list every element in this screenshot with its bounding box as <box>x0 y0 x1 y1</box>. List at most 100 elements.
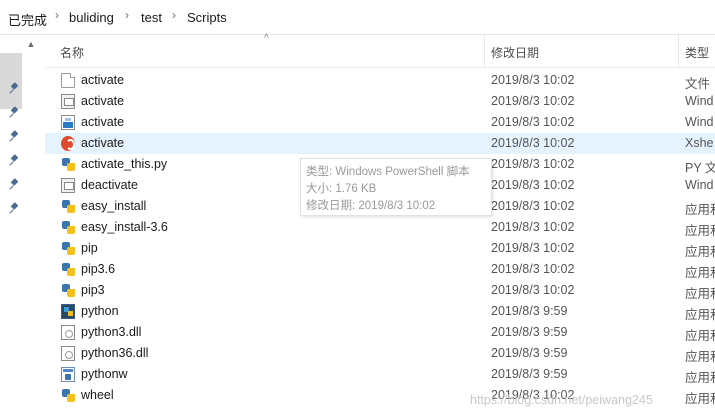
file-date: 2019/8/3 10:02 <box>491 262 575 276</box>
file-name: python36.dll <box>81 346 149 360</box>
breadcrumb-item-test[interactable]: test <box>141 10 162 25</box>
watermark: https://blog.csdn.net/peiwang245 <box>470 393 653 407</box>
tooltip-type: 类型: Windows PowerShell 脚本 <box>306 166 470 178</box>
python-file-icon <box>61 262 75 277</box>
pin-icon[interactable] <box>9 202 21 214</box>
sort-ascending-icon: ^ <box>264 33 269 44</box>
file-row[interactable]: pip3 2019/8/3 10:02 应用和 <box>45 280 715 301</box>
file-row[interactable]: activate 2019/8/3 10:02 文件 <box>45 70 715 91</box>
tooltip-size: 大小: 1.76 KB <box>306 183 377 195</box>
column-header: ^ 名称 修改日期 类型 <box>45 33 715 68</box>
file-name: wheel <box>81 388 114 402</box>
file-row[interactable]: pip3.6 2019/8/3 10:02 应用和 <box>45 259 715 280</box>
python-file-icon <box>61 157 75 172</box>
pin-icon[interactable] <box>9 82 21 94</box>
pin-icon[interactable] <box>9 106 21 118</box>
file-type: 应用和 <box>685 350 715 364</box>
column-date[interactable]: 修改日期 <box>491 44 539 61</box>
file-type: 应用和 <box>685 266 715 280</box>
file-date: 2019/8/3 9:59 <box>491 304 568 318</box>
powershell-script-icon <box>61 115 75 130</box>
file-row[interactable]: python36.dll 2019/8/3 9:59 应用和 <box>45 343 715 364</box>
python-file-icon <box>61 241 75 256</box>
file-row[interactable]: easy_install-3.6 2019/8/3 10:02 应用和 <box>45 217 715 238</box>
file-name: pip3 <box>81 283 105 297</box>
column-type[interactable]: 类型 <box>685 44 709 61</box>
python-file-icon <box>61 220 75 235</box>
pin-icon[interactable] <box>9 178 21 190</box>
file-name: activate <box>81 94 125 108</box>
file-row[interactable]: activate 2019/8/3 10:02 Wind <box>45 91 715 112</box>
breadcrumb: 已完成 › buliding › test › Scripts <box>0 0 715 35</box>
dll-file-icon <box>61 325 75 340</box>
file-date: 2019/8/3 10:02 <box>491 283 575 297</box>
chevron-right-icon[interactable]: › <box>125 8 133 22</box>
breadcrumb-item-done[interactable]: 已完成 <box>8 10 47 29</box>
chevron-right-icon[interactable]: › <box>172 8 180 22</box>
file-row[interactable]: pythonw 2019/8/3 9:59 应用和 <box>45 364 715 385</box>
file-date: 2019/8/3 10:02 <box>491 94 575 108</box>
file-row[interactable]: activate 2019/8/3 10:02 Xshe <box>45 133 715 154</box>
file-name: activate <box>81 115 125 129</box>
file-type: PY 文 <box>685 161 715 175</box>
column-divider[interactable] <box>484 35 485 67</box>
file-type: 应用和 <box>685 392 715 406</box>
file-date: 2019/8/3 10:02 <box>491 241 575 255</box>
nav-selected-item[interactable] <box>0 53 22 109</box>
blank-file-icon <box>61 73 75 88</box>
tooltip-modified: 修改日期: 2019/8/3 10:02 <box>306 200 436 212</box>
scroll-up-icon[interactable]: ▲ <box>26 39 36 49</box>
file-date: 2019/8/3 9:59 <box>491 367 568 381</box>
file-name: activate <box>81 136 125 150</box>
file-name: python <box>81 304 119 318</box>
file-type: 应用和 <box>685 224 715 238</box>
file-name: easy_install-3.6 <box>81 220 168 234</box>
file-row[interactable]: activate 2019/8/3 10:02 Wind <box>45 112 715 133</box>
file-type: Wind <box>685 178 714 192</box>
file-date: 2019/8/3 9:59 <box>491 325 568 339</box>
file-name: easy_install <box>81 199 147 213</box>
file-type: 应用和 <box>685 287 715 301</box>
python-file-icon <box>61 283 75 298</box>
file-row[interactable]: python 2019/8/3 9:59 应用和 <box>45 301 715 322</box>
file-name: pip <box>81 241 98 255</box>
batch-script-icon <box>61 178 75 193</box>
file-name: python3.dll <box>81 325 142 339</box>
file-type: 应用和 <box>685 371 715 385</box>
python-file-icon <box>61 388 75 403</box>
pin-icon[interactable] <box>9 154 21 166</box>
file-type: 应用和 <box>685 245 715 259</box>
file-date: 2019/8/3 10:02 <box>491 73 575 87</box>
pythonw-exe-icon <box>61 367 75 382</box>
file-type: Wind <box>685 115 714 129</box>
file-row[interactable]: python3.dll 2019/8/3 9:59 应用和 <box>45 322 715 343</box>
file-type: Wind <box>685 94 714 108</box>
file-date: 2019/8/3 10:02 <box>491 157 575 171</box>
file-type: 应用和 <box>685 329 715 343</box>
batch-script-icon <box>61 94 75 109</box>
breadcrumb-item-scripts[interactable]: Scripts <box>187 10 227 25</box>
file-date: 2019/8/3 10:02 <box>491 220 575 234</box>
file-date: 2019/8/3 10:02 <box>491 115 575 129</box>
file-type: 应用和 <box>685 203 715 217</box>
chevron-right-icon[interactable]: › <box>55 8 63 22</box>
file-name: deactivate <box>81 178 138 192</box>
file-date: 2019/8/3 10:02 <box>491 136 575 150</box>
pin-icon[interactable] <box>9 130 21 142</box>
file-type: Xshe <box>685 136 714 150</box>
python-file-icon <box>61 199 75 214</box>
column-divider[interactable] <box>678 35 679 67</box>
file-name: pythonw <box>81 367 128 381</box>
dll-file-icon <box>61 346 75 361</box>
file-type: 应用和 <box>685 308 715 322</box>
column-name[interactable]: 名称 <box>60 44 84 61</box>
file-tooltip: 类型: Windows PowerShell 脚本 大小: 1.76 KB 修改… <box>300 158 492 216</box>
file-date: 2019/8/3 10:02 <box>491 199 575 213</box>
breadcrumb-item-buliding[interactable]: buliding <box>69 10 114 25</box>
file-name: activate <box>81 73 125 87</box>
file-type: 文件 <box>685 77 711 91</box>
file-name: activate_this.py <box>81 157 168 171</box>
file-date: 2019/8/3 10:02 <box>491 178 575 192</box>
file-row[interactable]: pip 2019/8/3 10:02 应用和 <box>45 238 715 259</box>
python-exe-icon <box>61 304 75 319</box>
